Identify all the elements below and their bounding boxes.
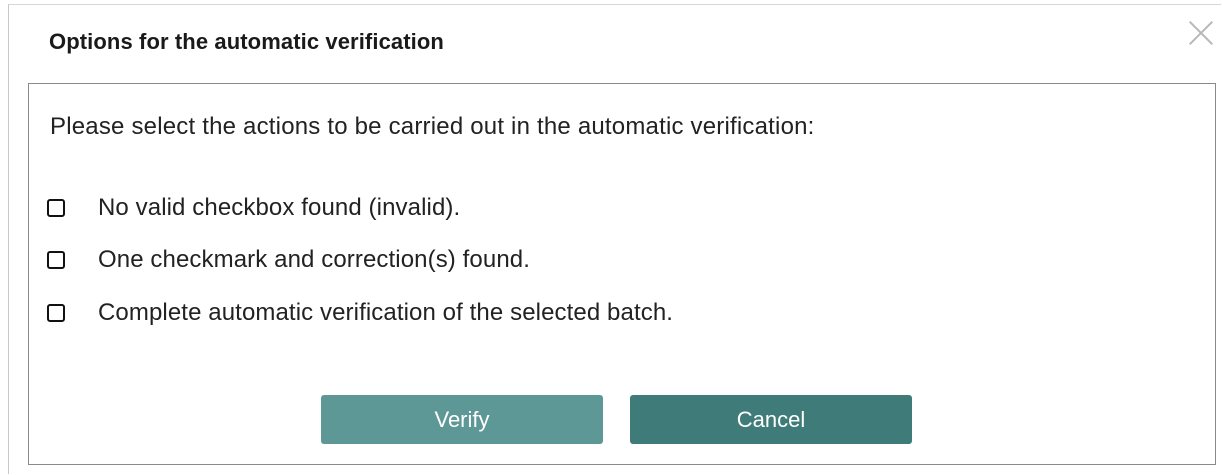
- option-label-checkmark-corrections: One checkmark and correction(s) found.: [98, 246, 530, 273]
- options-panel: Please select the actions to be carried …: [28, 83, 1216, 465]
- option-no-valid-checkbox[interactable]: No valid checkbox found (invalid).: [47, 192, 460, 224]
- option-checkmark-corrections[interactable]: One checkmark and correction(s) found.: [47, 244, 530, 276]
- option-label-complete-verification: Complete automatic verification of the s…: [98, 299, 674, 326]
- close-icon[interactable]: [1187, 19, 1215, 47]
- cancel-button[interactable]: Cancel: [630, 395, 912, 444]
- option-label-no-valid-checkbox: No valid checkbox found (invalid).: [98, 194, 461, 221]
- instruction-text: Please select the actions to be carried …: [50, 113, 815, 140]
- dialog-title: Options for the automatic verification: [49, 29, 444, 54]
- option-complete-verification[interactable]: Complete automatic verification of the s…: [47, 297, 673, 329]
- dialog-titlebar: Options for the automatic verification: [9, 5, 1221, 77]
- checkbox-complete-verification[interactable]: [47, 304, 65, 322]
- verify-button[interactable]: Verify: [321, 395, 603, 444]
- verification-options-dialog: Options for the automatic verification P…: [8, 4, 1221, 474]
- checkbox-no-valid-checkbox[interactable]: [47, 199, 65, 217]
- checkbox-checkmark-corrections[interactable]: [47, 251, 65, 269]
